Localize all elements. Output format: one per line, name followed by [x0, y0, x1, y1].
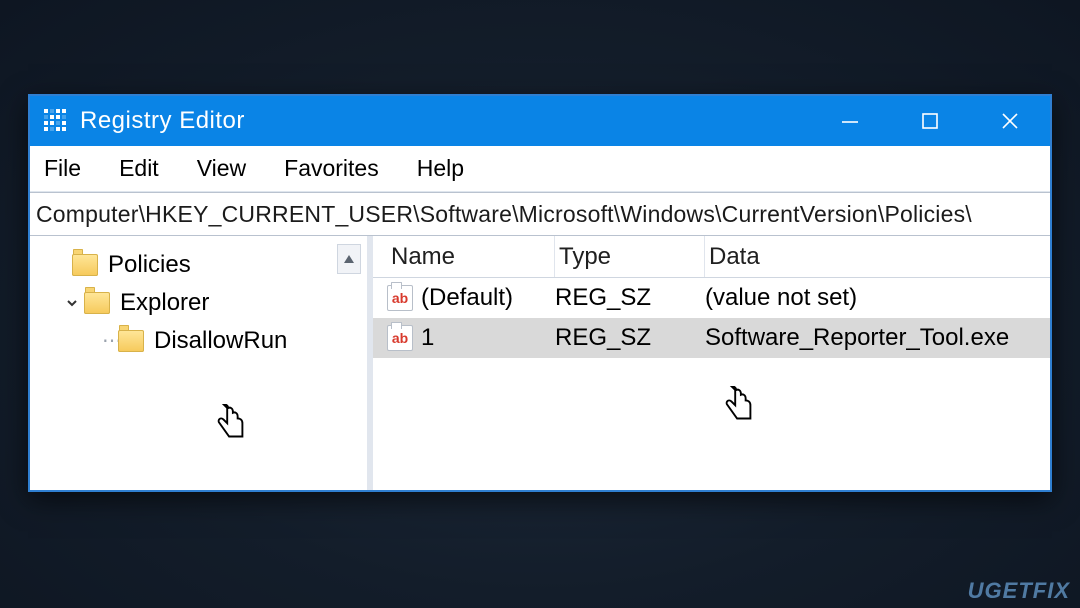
folder-icon	[72, 254, 98, 276]
maximize-button[interactable]	[890, 96, 970, 146]
menu-help[interactable]: Help	[417, 155, 464, 182]
value-type: REG_SZ	[555, 284, 705, 312]
value-row-default[interactable]: ab (Default) REG_SZ (value not set)	[373, 278, 1050, 318]
value-name: 1	[421, 324, 434, 352]
value-type: REG_SZ	[555, 324, 705, 352]
col-data[interactable]: Data	[705, 236, 1050, 277]
tree-node-explorer[interactable]: Explorer	[52, 284, 363, 322]
registry-editor-window: Registry Editor File Edit View Favorites…	[28, 94, 1052, 492]
tree-label: DisallowRun	[154, 327, 287, 355]
menu-favorites[interactable]: Favorites	[284, 155, 379, 182]
menu-edit[interactable]: Edit	[119, 155, 159, 182]
window-title: Registry Editor	[80, 107, 810, 135]
tree-node-disallowrun[interactable]: ⋯ DisallowRun	[52, 322, 363, 360]
value-header[interactable]: Name Type Data	[373, 236, 1050, 278]
value-pane: Name Type Data ab (Default) REG_SZ (valu…	[370, 236, 1050, 490]
address-bar[interactable]: Computer\HKEY_CURRENT_USER\Software\Micr…	[30, 192, 1050, 236]
minimize-button[interactable]	[810, 96, 890, 146]
tree-pane[interactable]: Policies Explorer ⋯ DisallowRun	[30, 236, 370, 490]
menubar: File Edit View Favorites Help	[30, 146, 1050, 192]
col-type[interactable]: Type	[555, 236, 705, 277]
menu-file[interactable]: File	[44, 155, 81, 182]
scroll-up-button[interactable]	[337, 244, 361, 274]
value-data: Software_Reporter_Tool.exe	[705, 324, 1050, 352]
string-value-icon: ab	[387, 325, 413, 351]
close-button[interactable]	[970, 96, 1050, 146]
tree-node-policies[interactable]: Policies	[52, 246, 363, 284]
chevron-down-icon	[64, 296, 80, 310]
folder-icon	[84, 292, 110, 314]
tree-label: Explorer	[120, 289, 209, 317]
app-icon	[44, 109, 66, 131]
tree-label: Policies	[108, 251, 191, 279]
string-value-icon: ab	[387, 285, 413, 311]
folder-icon	[118, 330, 144, 352]
watermark: UGETFIX	[968, 578, 1070, 604]
address-path: Computer\HKEY_CURRENT_USER\Software\Micr…	[36, 201, 972, 228]
col-name[interactable]: Name	[387, 236, 555, 277]
value-data: (value not set)	[705, 284, 1050, 312]
work-area: Policies Explorer ⋯ DisallowRun Name Typ…	[30, 236, 1050, 490]
window-controls	[810, 96, 1050, 146]
value-row-1[interactable]: ab 1 REG_SZ Software_Reporter_Tool.exe	[373, 318, 1050, 358]
titlebar[interactable]: Registry Editor	[30, 96, 1050, 146]
value-name: (Default)	[421, 284, 513, 312]
menu-view[interactable]: View	[197, 155, 246, 182]
